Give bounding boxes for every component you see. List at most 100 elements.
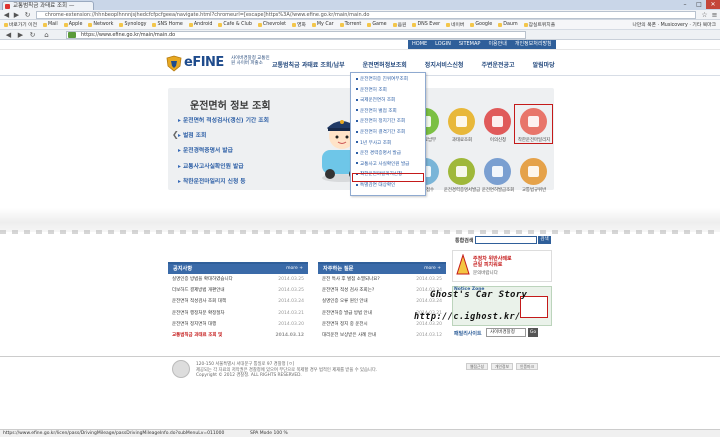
forward-icon[interactable]: ▶ bbox=[16, 31, 25, 39]
family-site-select[interactable]: 사이버경찰청 bbox=[486, 328, 526, 337]
util-link[interactable]: LOGIN bbox=[435, 40, 451, 49]
family-site-go-button[interactable]: Go bbox=[528, 328, 538, 337]
notice-row[interactable]: 운전면허 행정처분 확정절차 2014.03.21 bbox=[168, 308, 308, 319]
gnb-item[interactable]: 주변운전공고 bbox=[481, 60, 514, 69]
bookmark-item[interactable]: My Car bbox=[311, 22, 334, 27]
dropdown-item[interactable]: 교통사고 사실확인원 발급 bbox=[356, 161, 409, 167]
star-icon[interactable]: ☆ bbox=[700, 11, 709, 19]
bookmark-item[interactable]: Chevrolet bbox=[257, 22, 286, 27]
browser-tab[interactable]: 교통범칙금 과태료 조회 — bbox=[2, 1, 94, 10]
dropdown-item[interactable]: 국제운전면허 조회 bbox=[356, 97, 395, 103]
notice-row-date: 2014.03.20 bbox=[278, 321, 304, 327]
dropdown-item[interactable]: 운전면허증 진위여부조회 bbox=[356, 76, 408, 82]
notice-row-title: 운전면허 적성검사 조회 대책 bbox=[172, 299, 226, 305]
folder-icon bbox=[188, 22, 193, 27]
address-input[interactable]: chrome-extension://hhnbeoplhnnnjsjhedcfc… bbox=[36, 11, 696, 19]
back-icon[interactable]: ◀ bbox=[4, 31, 13, 39]
bookmark-item[interactable]: 네이버 bbox=[446, 21, 464, 28]
bookmark-item[interactable]: SNS Home bbox=[152, 22, 183, 27]
forward-icon[interactable]: ▶ bbox=[12, 11, 21, 19]
folder-icon bbox=[523, 22, 528, 27]
service-icon[interactable] bbox=[484, 108, 511, 135]
bookmark-item[interactable]: Musicovery bbox=[661, 23, 688, 28]
hero-item[interactable]: 운전면허 적성검사(갱신) 기간 조회 bbox=[178, 114, 269, 129]
bookmark-item[interactable]: Daum bbox=[498, 22, 518, 27]
bookmark-item[interactable]: DNS Ever bbox=[412, 22, 440, 27]
dropdown-item[interactable]: 특별감면 대상확인 bbox=[356, 182, 395, 188]
bookmark-label: 영화 bbox=[297, 23, 306, 28]
footer-text: 120-150 서울특별시 서대문구 통일로 97 경찰청 [ㅇ] 제공되는 각… bbox=[196, 362, 456, 379]
dropdown-item[interactable]: 운전면허 정지기간 조회 bbox=[356, 118, 405, 124]
menu-icon[interactable]: ≡ bbox=[710, 11, 719, 19]
bookmark-item[interactable]: Torrent bbox=[339, 22, 361, 27]
service-icon[interactable] bbox=[520, 158, 547, 185]
hero-item[interactable]: 벌점 조회 bbox=[178, 129, 269, 144]
util-link[interactable]: SITEMAP bbox=[459, 40, 481, 49]
hero-item[interactable]: 운전경력증명서 발급 bbox=[178, 144, 269, 159]
bookmark-item[interactable]: Mail bbox=[43, 22, 58, 27]
bookmark-label: Mail bbox=[48, 22, 58, 27]
back-icon[interactable]: ◀ bbox=[2, 11, 11, 19]
faq-row[interactable]: 대리운전 보상받은 사례 안내 2014.03.12 bbox=[318, 330, 446, 341]
bookmark-item[interactable]: 음원 bbox=[392, 21, 406, 28]
search-button[interactable]: 검색 bbox=[538, 236, 551, 244]
service-icon[interactable] bbox=[448, 108, 475, 135]
bookmark-item[interactable]: Synology bbox=[119, 22, 146, 27]
notice-more-link[interactable]: more + bbox=[286, 264, 303, 274]
minimize-icon[interactable]: – bbox=[678, 0, 692, 9]
gnb-item[interactable]: 운전면허정보조회 bbox=[363, 60, 407, 69]
dropdown-item[interactable]: 운전면허 벌점 조회 bbox=[356, 108, 397, 114]
document-icon bbox=[528, 166, 539, 177]
util-link[interactable]: HOME bbox=[412, 40, 427, 49]
gnb-item[interactable]: 알림마당 bbox=[533, 60, 555, 69]
bookmark-item[interactable]: Cafe & Club bbox=[218, 22, 252, 27]
notice-row[interactable]: 더보하드 결제방법 개편안내 2014.03.25 bbox=[168, 285, 308, 296]
service-icon[interactable] bbox=[448, 158, 475, 185]
page-url-input[interactable]: https://www.efine.go.kr/main/main.do bbox=[66, 31, 526, 39]
faq-row[interactable]: 실명인증 오류 원인 안내 2014.03.24 bbox=[318, 296, 446, 307]
bookmark-item[interactable]: 영화 bbox=[292, 21, 306, 28]
dropdown-item[interactable]: 운전면허 조회 bbox=[356, 87, 387, 93]
hero-list: 운전면허 적성검사(갱신) 기간 조회벌점 조회운전경력증명서 발급교통사고사실… bbox=[178, 114, 269, 190]
footer-badge[interactable]: 개인정보 bbox=[491, 363, 513, 370]
faq-more-link[interactable]: more + bbox=[424, 264, 441, 274]
bookmark-item[interactable]: Apple bbox=[63, 22, 82, 27]
notice-row[interactable]: 운전면허 적성검사 조회 대책 2014.03.24 bbox=[168, 296, 308, 307]
util-link[interactable]: 이용안내 bbox=[488, 40, 506, 49]
notice-row[interactable]: 교통범칙금 과태료 조회 및 2014.03.12 bbox=[168, 330, 308, 341]
dropdown-item[interactable]: 운전면허 결격기간 조회 bbox=[356, 129, 405, 135]
dropdown-item[interactable]: 1년 무사고 조회 bbox=[356, 140, 391, 146]
footer-badge[interactable]: 인증마크 bbox=[516, 363, 538, 370]
footer-badges: 웹접근성 개인정보 인증마크 bbox=[466, 363, 538, 370]
bookmark-item[interactable]: 바로가기 이전 bbox=[4, 21, 37, 28]
footer-badge[interactable]: 웹접근성 bbox=[466, 363, 488, 370]
service-icon[interactable] bbox=[484, 158, 511, 185]
maximize-icon[interactable]: □ bbox=[692, 0, 706, 9]
bookmark-item[interactable]: Google bbox=[470, 22, 492, 27]
hero-item[interactable]: 착한운전마일리지 신청 등 bbox=[178, 175, 269, 190]
faq-row[interactable]: 운전면허 적성 검사 조회는? 2014.03.24 bbox=[318, 285, 446, 296]
reload-icon[interactable]: ↻ bbox=[28, 31, 37, 39]
bookmark-item[interactable]: 기타 북마크 bbox=[692, 23, 716, 28]
notice-row[interactable]: 실명인증 방법을 확대하였습니다 2014.03.25 bbox=[168, 274, 308, 285]
dropdown-item[interactable]: 운전 경력증명서 발급 bbox=[356, 150, 401, 156]
bookmark-item[interactable]: Android bbox=[188, 22, 213, 27]
search-input[interactable] bbox=[475, 236, 537, 244]
home-icon[interactable]: ⌂ bbox=[42, 31, 51, 39]
close-icon[interactable]: ✕ bbox=[706, 0, 720, 9]
family-site-label: 패밀리사이트 bbox=[454, 331, 482, 337]
hero-item[interactable]: 교통사고사실확인원 발급 bbox=[178, 160, 269, 175]
chevron-left-icon[interactable]: ❮ bbox=[172, 130, 179, 139]
notice-row[interactable]: 운전면허 정지면허 대행 2014.03.20 bbox=[168, 319, 308, 330]
bookmark-label: Android bbox=[193, 22, 213, 27]
bookmark-item[interactable]: Network bbox=[88, 22, 113, 27]
folder-icon bbox=[88, 22, 93, 27]
bookmark-item[interactable]: 잠실트위치플 bbox=[523, 21, 555, 28]
util-link[interactable]: 개인정보처리방침 bbox=[515, 40, 552, 49]
reload-icon[interactable]: ↻ bbox=[23, 11, 32, 19]
gnb-item[interactable]: 교통범칙금 과태료 조회/납부 bbox=[272, 60, 345, 69]
bookmark-item[interactable]: 나만의 북폰 bbox=[632, 23, 656, 28]
faq-row[interactable]: 운전 특사 후 벌점 소멸되나요? 2014.03.25 bbox=[318, 274, 446, 285]
bookmark-item[interactable]: Game bbox=[367, 22, 387, 27]
gnb-item[interactable]: 정지서비스신청 bbox=[425, 60, 464, 69]
